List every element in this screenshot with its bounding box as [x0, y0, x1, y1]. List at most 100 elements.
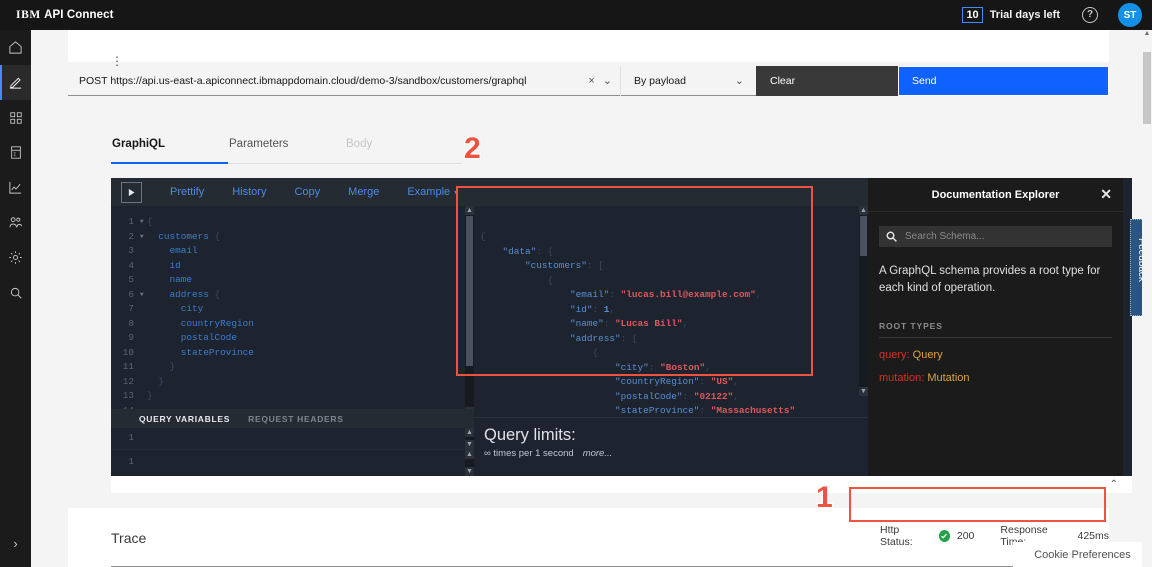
query-limits-detail: ∞ times per 1 secondmore... [484, 448, 868, 459]
merge-button[interactable]: Merge [334, 186, 393, 198]
prettify-button[interactable]: Prettify [156, 186, 218, 198]
chevron-right-icon: › [13, 536, 17, 551]
search-input[interactable] [905, 231, 1112, 242]
root-type-mutation-value[interactable]: Mutation [927, 372, 969, 384]
code-line: "address": [ [480, 332, 868, 347]
sidebar-item-settings[interactable] [0, 240, 31, 275]
app-brand[interactable]: IBM API Connect [16, 9, 114, 21]
settings-icon [8, 250, 23, 265]
execute-query-button[interactable] [121, 182, 142, 203]
brand-ibm: IBM [16, 9, 41, 21]
query-variables-editor[interactable]: 1 ▲ ▼ [111, 428, 474, 449]
code-line: "name": "Lucas Bill", [480, 317, 868, 332]
sidebar-item-catalog[interactable] [0, 135, 31, 170]
root-type-query-value[interactable]: Query [913, 349, 943, 361]
schema-search-box[interactable] [879, 226, 1112, 247]
root-type-mutation-key: mutation: [879, 372, 924, 384]
collapse-panel-button[interactable]: ⌃ [111, 476, 1132, 493]
request-url-value: https://api.us-east-a.apiconnect.ibmappd… [110, 75, 526, 87]
search-icon [885, 230, 898, 248]
schema-description: A GraphQL schema provides a root type fo… [879, 263, 1112, 297]
root-types-label: ROOT TYPES [879, 321, 1112, 338]
page-scrollbar-thumb[interactable] [1143, 52, 1151, 124]
trace-panel: Trace Http Status: 200 Response Time: 42… [68, 508, 1109, 567]
sidebar-item-home[interactable] [0, 30, 31, 65]
page-scrollbar[interactable] [1142, 30, 1152, 567]
request-headers-editor[interactable]: 1 ▲ ▼ [111, 449, 474, 476]
code-line: "postalCode": "02122", [480, 390, 868, 405]
graphiql-main: Prettify History Copy Merge Example▾ 1▾{… [111, 178, 868, 476]
history-button[interactable]: History [218, 186, 280, 198]
documentation-explorer-header: Documentation Explorer ✕ [868, 178, 1123, 212]
query-limits-more-link[interactable]: more... [583, 448, 613, 459]
request-url-text: POST https://api.us-east-a.apiconnect.ib… [79, 75, 580, 87]
graphiql-toolbar: Prettify History Copy Merge Example▾ [111, 178, 868, 206]
top-bar-actions: 10 Trial days left ? ST [962, 0, 1152, 30]
tab-query-variables[interactable]: QUERY VARIABLES [139, 414, 230, 424]
trial-days-label: Trial days left [990, 9, 1060, 21]
avatar[interactable]: ST [1118, 3, 1142, 27]
sidebar-item-members[interactable] [0, 205, 31, 240]
root-type-query[interactable]: query: Query [879, 349, 1112, 361]
search-icon [9, 286, 23, 300]
left-navigation-rail: › [0, 30, 31, 567]
code-line: 6▾ address { [111, 288, 474, 303]
chevron-up-icon: ⌃ [1110, 479, 1118, 490]
close-icon[interactable]: ✕ [1100, 187, 1112, 201]
code-line: 4 id [111, 259, 474, 274]
rail-expand-button[interactable]: › [0, 526, 31, 561]
headers-scrollbar[interactable]: ▲ ▼ [465, 450, 474, 476]
root-type-mutation[interactable]: mutation: Mutation [879, 372, 1112, 384]
code-line: { [480, 346, 868, 361]
code-line: "city": "Boston", [480, 361, 868, 376]
code-line: { [480, 274, 868, 289]
card-top-edge [68, 30, 1109, 62]
tab-graphiql[interactable]: GraphiQL [111, 138, 228, 164]
clear-button[interactable]: Clear [756, 66, 898, 96]
headers-line-number: 1 [111, 455, 134, 470]
code-line: "id": 1, [480, 303, 868, 318]
code-line: 1▾{ [111, 215, 474, 230]
graphql-response-pane[interactable]: { "data": { "customers": [ { "email": "l… [474, 206, 868, 476]
success-check-icon [939, 530, 950, 542]
response-time-value: 425ms [1077, 530, 1109, 542]
response-scrollbar[interactable]: ▲ ▼ [859, 206, 868, 396]
code-line: "data": { [480, 245, 868, 260]
clear-url-icon[interactable]: × [588, 75, 594, 87]
example-dropdown-button[interactable]: Example▾ [393, 186, 472, 198]
develop-icon [8, 75, 23, 90]
variables-tabs: QUERY VARIABLES REQUEST HEADERS [111, 409, 474, 428]
variables-scrollbar[interactable]: ▲ ▼ [465, 428, 474, 449]
members-icon [8, 215, 23, 230]
copy-button[interactable]: Copy [280, 186, 334, 198]
code-line: 3 email [111, 244, 474, 259]
sidebar-item-analytics[interactable] [0, 170, 31, 205]
query-limits-panel: Query limits: ∞ times per 1 secondmore..… [474, 417, 868, 476]
documentation-explorer-title: Documentation Explorer [932, 189, 1060, 201]
cookie-preferences-button[interactable]: Cookie Preferences [1013, 542, 1152, 567]
query-editor-scrollbar[interactable]: ▲ ▼ [465, 206, 474, 416]
sidebar-item-develop[interactable] [0, 65, 31, 100]
variables-line-number: 1 [111, 431, 134, 446]
scroll-up-arrow-icon[interactable]: ▲ [1143, 30, 1151, 38]
catalog-icon [9, 145, 23, 160]
sidebar-item-apps[interactable] [0, 100, 31, 135]
query-editor-pane[interactable]: 1▾{2▾ customers {3 email4 id5 name6▾ add… [111, 206, 474, 476]
help-icon[interactable]: ? [1082, 7, 1098, 23]
code-line: 11 } [111, 360, 474, 375]
tab-parameters[interactable]: Parameters [228, 138, 345, 164]
request-bar: POST https://api.us-east-a.apiconnect.ib… [68, 66, 1109, 96]
code-line: "countryRegion": "US", [480, 375, 868, 390]
code-line: 10 stateProvince [111, 346, 474, 361]
code-line: 13} [111, 389, 474, 404]
code-line: 2▾ customers { [111, 230, 474, 245]
tab-request-headers[interactable]: REQUEST HEADERS [248, 414, 344, 424]
chevron-down-icon[interactable]: ⌄ [603, 74, 612, 87]
send-button[interactable]: Send [898, 66, 1109, 96]
request-url-input[interactable]: POST https://api.us-east-a.apiconnect.ib… [68, 66, 620, 96]
chevron-down-icon: ⌄ [735, 74, 744, 87]
payload-mode-select[interactable]: By payload ⌄ [621, 66, 756, 96]
sidebar-item-search[interactable] [0, 275, 31, 310]
http-status-value: 200 [957, 530, 975, 542]
chevron-down-icon: ▾ [454, 188, 458, 197]
